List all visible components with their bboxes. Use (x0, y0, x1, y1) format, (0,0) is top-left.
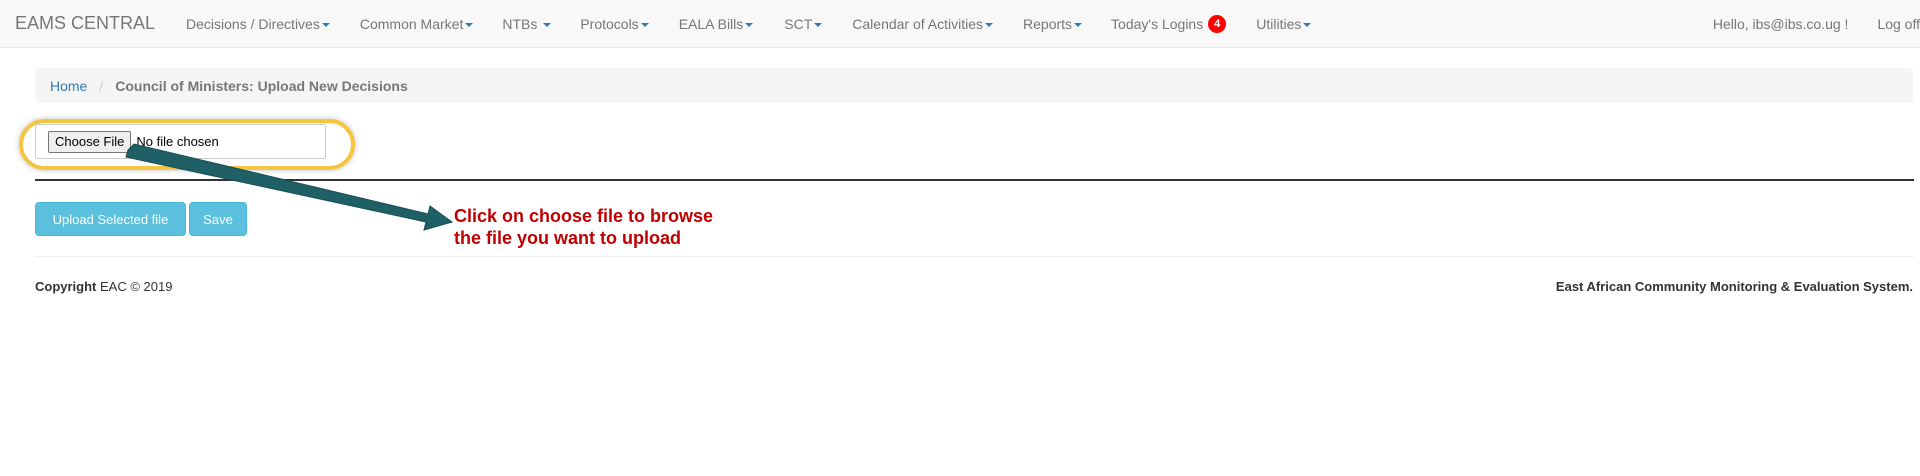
footer-copyright: Copyright EAC © 2019 (35, 279, 172, 294)
nav-item-reports[interactable]: Reports (1023, 15, 1083, 32)
footer-divider (35, 256, 1914, 257)
log-off-link[interactable]: Log off (1877, 16, 1920, 32)
nav-item-label: Protocols (580, 15, 639, 32)
nav-item-label: Reports (1023, 15, 1073, 32)
brand-title[interactable]: EAMS CENTRAL (15, 13, 155, 34)
caret-down-icon (814, 22, 823, 27)
caret-down-icon (465, 22, 474, 27)
annotation-text: Click on choose file to browse the file … (454, 205, 784, 249)
caret-down-icon (745, 22, 754, 27)
caret-down-icon (1303, 22, 1312, 27)
nav-item-common-market[interactable]: Common Market (359, 15, 474, 32)
save-button[interactable]: Save (189, 202, 247, 236)
nav-item-label: Common Market (359, 15, 464, 32)
breadcrumb-separator: / (99, 77, 104, 94)
nav-item-eala-bills[interactable]: EALA Bills (679, 16, 754, 32)
breadcrumb-current: Council of Ministers: Upload New Decisio… (115, 77, 408, 94)
breadcrumb: Home / Council of Ministers: Upload New … (35, 68, 1913, 103)
nav-item-label: Today's Logins (1111, 15, 1204, 32)
nav-item-label: EALA Bills (678, 15, 744, 32)
file-input[interactable]: Choose File No file chosen (35, 124, 326, 159)
nav-item-utilities[interactable]: Utilities (1256, 15, 1312, 32)
choose-file-button[interactable]: Choose File (48, 130, 132, 153)
breadcrumb-home-link[interactable]: Home (50, 78, 87, 94)
nav-item-sct[interactable]: SCT (784, 15, 823, 32)
nav-item-todays-logins[interactable]: Today's Logins 4 (1111, 14, 1227, 33)
user-greeting-link[interactable]: Hello, ibs@ibs.co.ug ! (1713, 16, 1849, 32)
nav-right: Hello, ibs@ibs.co.ug ! Log off (1713, 0, 1920, 48)
caret-down-icon (640, 22, 649, 27)
nav-item-label: Decisions / Directives (186, 15, 320, 32)
nav-item-ntbs[interactable]: NTBs (502, 15, 552, 32)
caret-down-icon (321, 22, 330, 27)
nav-item-label: SCT (784, 15, 813, 32)
upload-selected-file-button[interactable]: Upload Selected file (35, 202, 186, 236)
footer-system-name: East African Community Monitoring & Eval… (1555, 279, 1913, 294)
nav-item-label: Utilities (1256, 15, 1302, 32)
caret-down-icon (1074, 22, 1083, 27)
caret-down-icon (985, 22, 994, 27)
annotation-line-1: Click on choose file to browse (454, 206, 714, 226)
nav-menu: Decisions / Directives Common Market NTB… (186, 14, 1312, 33)
nav-item-calendar-of-activities[interactable]: Calendar of Activities (852, 15, 994, 32)
nav-item-label: Calendar of Activities (852, 15, 984, 32)
section-divider (35, 179, 1914, 181)
nav-item-protocols[interactable]: Protocols (580, 15, 649, 32)
nav-item-label: NTBs (502, 15, 538, 32)
nav-item-decisions-directives[interactable]: Decisions / Directives (186, 16, 330, 32)
logins-count-badge: 4 (1208, 14, 1227, 33)
caret-down-icon (543, 22, 552, 27)
annotation-line-2: the file you want to upload (454, 228, 681, 248)
copyright-text: EAC © 2019 (100, 279, 173, 294)
top-navbar: EAMS CENTRAL Decisions / Directives Comm… (0, 0, 1920, 48)
file-status-text: No file chosen (136, 134, 219, 149)
copyright-label: Copyright (35, 279, 97, 294)
